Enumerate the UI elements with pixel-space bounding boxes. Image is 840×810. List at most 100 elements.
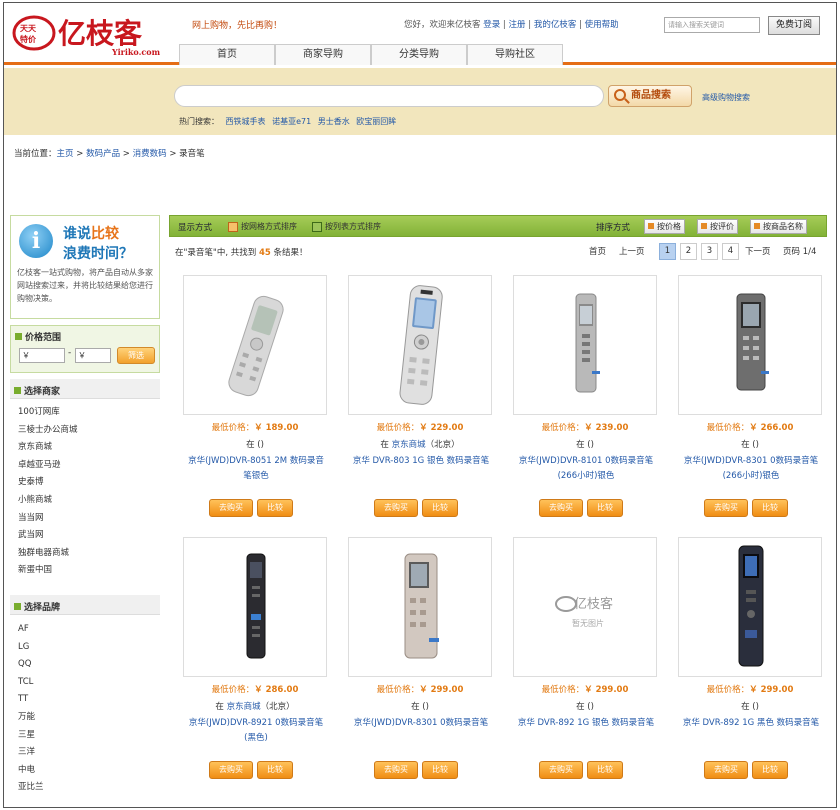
result-summary: 在"录音笔"中, 共找到 45 条结果！ [175, 246, 308, 258]
product-image[interactable] [513, 275, 657, 415]
buy-button[interactable]: 去购买 [374, 499, 418, 517]
product-image[interactable] [348, 537, 492, 677]
sort-by-price-button[interactable]: 按价格 [644, 219, 685, 234]
merchant-item[interactable]: 史泰博 [18, 474, 78, 492]
product-store: 在 () [342, 700, 498, 712]
prev-page-link[interactable]: 上一页 [619, 245, 645, 257]
help-link[interactable]: 使用帮助 [585, 20, 619, 30]
hot-keyword[interactable]: 诺基亚e71 [272, 117, 311, 126]
store-suffix: () [752, 440, 759, 450]
price-min-input[interactable]: ￥ [19, 348, 65, 363]
promo-title-2: 浪费时间？ [63, 246, 133, 262]
price-max-input[interactable]: ￥ [75, 348, 111, 363]
sort-by-name-button[interactable]: 按商品名称 [750, 219, 807, 234]
compare-button[interactable]: 比较 [587, 499, 623, 517]
grid-view-button[interactable]: 按网格方式排序 [228, 219, 297, 234]
page-1-button[interactable]: 1 [659, 243, 676, 260]
merchant-item[interactable]: 小熊商城 [18, 492, 78, 510]
site-logo[interactable]: 天天 特价 亿枝客 Yiriko.com [12, 11, 177, 61]
product-image[interactable] [348, 275, 492, 415]
product-search-button[interactable]: 商品搜索 [608, 85, 692, 107]
sort-by-rating-button[interactable]: 按评价 [697, 219, 738, 234]
buy-button[interactable]: 去购买 [539, 761, 583, 779]
product-name-link[interactable]: 京华 DVR-803 1G 银色 数码录音笔 [350, 454, 492, 469]
page-2-button[interactable]: 2 [680, 243, 697, 260]
merchant-item[interactable]: 100订网库 [18, 404, 78, 422]
merchant-item[interactable]: 新蛋中国 [18, 562, 78, 580]
page-3-button[interactable]: 3 [701, 243, 718, 260]
brand-item[interactable]: 中电 [18, 762, 44, 780]
main-search-input[interactable] [174, 85, 604, 107]
product-name-link[interactable]: 京华 DVR-892 1G 黑色 数码录音笔 [680, 716, 822, 731]
nav-tab-merchants[interactable]: 商家导购 [275, 44, 371, 65]
nav-tab-community[interactable]: 导购社区 [467, 44, 563, 65]
brand-item[interactable]: TCL [18, 674, 44, 692]
merchant-item[interactable]: 独群电器商城 [18, 545, 78, 563]
merchant-item[interactable]: 京东商城 [18, 439, 78, 457]
product-name-link[interactable]: 京华 DVR-892 1G 银色 数码录音笔 [515, 716, 657, 731]
next-page-link[interactable]: 下一页 [745, 245, 771, 257]
brand-item[interactable]: 三洋 [18, 744, 44, 762]
list-icon [312, 221, 322, 232]
brand-item[interactable]: 万能 [18, 709, 44, 727]
promo-box: i 谁说比较 浪费时间？ 亿枝客一站式购物，将产品自动从多家网站搜索过来，并将比… [10, 215, 160, 319]
compare-button[interactable]: 比较 [752, 499, 788, 517]
buy-button[interactable]: 去购买 [374, 761, 418, 779]
merchant-item[interactable]: 当当网 [18, 510, 78, 528]
brand-item[interactable]: AF [18, 621, 44, 639]
product-card: 最低价格：￥ 189.00 在 () 京华(JWD)DVR-8051 2M 数码… [177, 275, 337, 530]
breadcrumb-consumer[interactable]: 消费数码 [133, 149, 167, 159]
top-search-input[interactable]: 请输入搜索关键词 [664, 17, 760, 33]
compare-button[interactable]: 比较 [422, 761, 458, 779]
merchant-item[interactable]: 武当网 [18, 527, 78, 545]
breadcrumb-digital[interactable]: 数码产品 [86, 149, 120, 159]
product-name-link[interactable]: 京华(JWD)DVR-8101 0数码录音笔(266小时)银色 [515, 454, 657, 484]
product-image[interactable]: 亿枝客 暂无图片 [513, 537, 657, 677]
page-4-button[interactable]: 4 [722, 243, 739, 260]
breadcrumb-home[interactable]: 主页 [57, 149, 74, 159]
product-image[interactable] [678, 275, 822, 415]
buy-button[interactable]: 去购买 [539, 499, 583, 517]
compare-button[interactable]: 比较 [752, 761, 788, 779]
brand-item[interactable]: TT [18, 691, 44, 709]
price-range-box: 价格范围 ￥ - ￥ 筛选 [10, 325, 160, 373]
brand-item[interactable]: 亚比兰 [18, 779, 44, 797]
product-image[interactable] [183, 275, 327, 415]
store-name[interactable]: 京东商城 [392, 440, 426, 450]
merchant-item[interactable]: 三棱士办公商城 [18, 422, 78, 440]
product-name-link[interactable]: 京华(JWD)DVR-8301 0数码录音笔 [350, 716, 492, 731]
merchant-item[interactable]: 卓越亚马逊 [18, 457, 78, 475]
advanced-search-link[interactable]: 高级购物搜索 [702, 92, 750, 103]
compare-button[interactable]: 比较 [257, 499, 293, 517]
product-name-link[interactable]: 京华(JWD)DVR-8301 0数码录音笔(266小时)银色 [680, 454, 822, 484]
hot-keyword[interactable]: 男士香水 [318, 117, 350, 126]
login-link[interactable]: 登录 [483, 20, 500, 30]
product-image[interactable] [183, 537, 327, 677]
compare-button[interactable]: 比较 [257, 761, 293, 779]
compare-button[interactable]: 比较 [587, 761, 623, 779]
buy-button[interactable]: 去购买 [209, 761, 253, 779]
first-page-link[interactable]: 首页 [589, 245, 606, 257]
nav-tab-categories[interactable]: 分类导购 [371, 44, 467, 65]
product-image[interactable] [678, 537, 822, 677]
list-view-button[interactable]: 按列表方式排序 [312, 219, 381, 234]
buy-button[interactable]: 去购买 [704, 499, 748, 517]
my-account-link[interactable]: 我的亿枝客 [534, 20, 577, 30]
nav-tab-home[interactable]: 首页 [179, 44, 275, 65]
product-name-link[interactable]: 京华(JWD)DVR-8921 0数码录音笔(黑色) [185, 716, 327, 746]
price-filter-button[interactable]: 筛选 [117, 347, 155, 364]
brand-item[interactable]: LG [18, 639, 44, 657]
brand-item[interactable]: 三星 [18, 727, 44, 745]
store-name[interactable]: 京东商城 [227, 702, 261, 712]
product-price: 最低价格：￥ 299.00 [672, 683, 828, 695]
compare-button[interactable]: 比较 [422, 499, 458, 517]
register-link[interactable]: 注册 [509, 20, 526, 30]
product-name-link[interactable]: 京华(JWD)DVR-8051 2M 数码录音笔银色 [185, 454, 327, 484]
hot-keyword[interactable]: 西铁城手表 [226, 117, 266, 126]
hot-keyword[interactable]: 欧宝丽回眸 [356, 117, 396, 126]
svg-text:Yiriko.com: Yiriko.com [111, 47, 161, 57]
brand-item[interactable]: QQ [18, 656, 44, 674]
buy-button[interactable]: 去购买 [704, 761, 748, 779]
free-subscribe-button[interactable]: 免费订阅 [768, 16, 820, 35]
buy-button[interactable]: 去购买 [209, 499, 253, 517]
